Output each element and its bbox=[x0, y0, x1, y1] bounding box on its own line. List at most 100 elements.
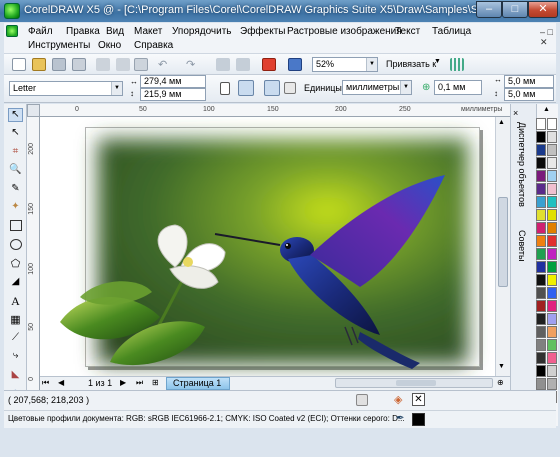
coreldraw-app-icon[interactable] bbox=[4, 3, 20, 19]
vertical-scrollbar[interactable]: ▲ ▼ bbox=[495, 117, 510, 376]
page-width-input[interactable]: 279,4 мм bbox=[140, 75, 206, 88]
color-swatch[interactable] bbox=[547, 131, 557, 143]
cut-icon[interactable] bbox=[96, 58, 110, 71]
color-swatch[interactable] bbox=[547, 339, 557, 351]
paste-icon[interactable] bbox=[134, 58, 148, 71]
dimension-tool-icon[interactable]: ⟋ bbox=[8, 332, 23, 346]
print-icon[interactable] bbox=[72, 58, 86, 71]
page-height-input[interactable]: 215,9 мм bbox=[140, 88, 206, 101]
horizontal-scroll-thumb[interactable] bbox=[396, 380, 436, 386]
color-swatch[interactable] bbox=[547, 144, 557, 156]
color-swatch[interactable] bbox=[536, 326, 546, 338]
menu-view[interactable]: Вид bbox=[106, 26, 124, 37]
blend-tool-icon[interactable]: ◣ bbox=[8, 369, 23, 383]
landscape-icon[interactable] bbox=[238, 80, 254, 96]
snap-to-chevron-down-icon[interactable]: ▼ bbox=[434, 58, 441, 65]
add-page-icon[interactable]: ⊞ bbox=[152, 378, 159, 387]
color-swatch[interactable] bbox=[536, 144, 546, 156]
portrait-icon[interactable] bbox=[220, 82, 230, 95]
vertical-scroll-thumb[interactable] bbox=[498, 197, 508, 287]
color-swatch[interactable] bbox=[536, 339, 546, 351]
outline-color-swatch[interactable] bbox=[412, 413, 425, 426]
color-swatch[interactable] bbox=[536, 235, 546, 247]
horizontal-scrollbar[interactable] bbox=[335, 378, 493, 388]
color-swatch[interactable] bbox=[536, 352, 546, 364]
menu-file[interactable]: Файл bbox=[28, 26, 53, 37]
color-swatch[interactable] bbox=[547, 170, 557, 182]
basic-shapes-tool-icon[interactable]: ◢ bbox=[8, 276, 23, 290]
color-swatch[interactable] bbox=[547, 157, 557, 169]
snap-to-label[interactable]: Привязать к bbox=[386, 59, 436, 69]
pick-tool-icon[interactable]: ↖ bbox=[8, 108, 23, 122]
menu-bitmaps[interactable]: Растровые изображения bbox=[287, 26, 402, 37]
export-icon[interactable] bbox=[236, 58, 250, 71]
menu-arrange[interactable]: Упорядочить bbox=[172, 26, 232, 37]
mdi-window-controls[interactable]: – □ ✕ bbox=[540, 27, 556, 48]
duplicate-distance-y-input[interactable]: 5,0 мм bbox=[504, 88, 554, 101]
undo-icon[interactable]: ↶ bbox=[158, 58, 172, 71]
connector-tool-icon[interactable]: ⤷ bbox=[8, 350, 23, 364]
import-icon[interactable] bbox=[216, 58, 230, 71]
menu-window[interactable]: Окно bbox=[98, 40, 121, 51]
color-swatch[interactable] bbox=[547, 378, 557, 390]
document-icon[interactable] bbox=[6, 25, 18, 37]
color-swatch[interactable] bbox=[536, 274, 546, 286]
color-swatch[interactable] bbox=[547, 365, 557, 377]
color-swatch[interactable] bbox=[536, 222, 546, 234]
nudge-distance-input[interactable]: 0,1 мм bbox=[434, 80, 482, 95]
color-swatch[interactable] bbox=[536, 287, 546, 299]
color-swatch[interactable] bbox=[547, 326, 557, 338]
color-swatch[interactable] bbox=[536, 131, 546, 143]
color-swatch[interactable] bbox=[547, 274, 557, 286]
color-swatch[interactable] bbox=[536, 248, 546, 260]
menu-tools[interactable]: Инструменты bbox=[28, 40, 90, 51]
first-page-icon[interactable]: ⏮ bbox=[42, 378, 49, 388]
tab-hints[interactable]: Советы bbox=[517, 230, 527, 261]
minimize-button[interactable]: – bbox=[476, 1, 502, 18]
paper-type-dropdown[interactable]: Letter ▼ bbox=[9, 81, 123, 96]
drawing-canvas[interactable] bbox=[40, 117, 495, 376]
color-swatch[interactable] bbox=[547, 300, 557, 312]
zoom-tool-icon[interactable]: 🔍 bbox=[8, 164, 23, 178]
color-swatch[interactable] bbox=[536, 196, 546, 208]
smart-fill-tool-icon[interactable]: ✦ bbox=[8, 201, 23, 215]
crop-tool-icon[interactable]: ⌗ bbox=[8, 146, 23, 160]
color-swatch[interactable] bbox=[536, 209, 546, 221]
color-swatch[interactable] bbox=[547, 209, 557, 221]
artwork[interactable] bbox=[40, 117, 495, 376]
menu-effects[interactable]: Эффекты bbox=[240, 26, 285, 37]
copy-icon[interactable] bbox=[116, 58, 130, 71]
color-swatch[interactable] bbox=[536, 365, 546, 377]
options-icon[interactable] bbox=[450, 58, 464, 71]
page-tab[interactable]: Страница 1 bbox=[166, 377, 230, 390]
scroll-down-icon[interactable]: ▼ bbox=[498, 363, 505, 370]
docker-close-icon[interactable]: × bbox=[513, 108, 518, 118]
color-swatch[interactable] bbox=[536, 313, 546, 325]
color-swatch[interactable] bbox=[547, 261, 557, 273]
menu-edit[interactable]: Правка bbox=[66, 26, 100, 37]
color-swatch[interactable] bbox=[547, 352, 557, 364]
polygon-tool-icon[interactable]: ⬠ bbox=[8, 257, 23, 271]
close-button[interactable]: ✕ bbox=[528, 1, 558, 18]
vertical-ruler[interactable]: 200 150 100 50 0 bbox=[27, 117, 40, 421]
color-swatch[interactable] bbox=[547, 222, 557, 234]
no-fill-swatch[interactable]: ✕ bbox=[412, 393, 425, 406]
duplicate-distance-x-input[interactable]: 5,0 мм bbox=[504, 75, 554, 88]
tab-object-manager[interactable]: Диспетчер объектов bbox=[517, 122, 527, 207]
color-swatch[interactable] bbox=[547, 196, 557, 208]
color-swatch[interactable] bbox=[536, 118, 546, 130]
next-page-icon[interactable]: ▶ bbox=[120, 378, 126, 387]
shape-tool-icon[interactable]: ↖ bbox=[8, 127, 23, 141]
color-profiles-text[interactable]: Цветовые профили документа: RGB: sRGB IE… bbox=[8, 414, 405, 423]
color-swatch[interactable] bbox=[547, 235, 557, 247]
app-launcher-icon[interactable] bbox=[262, 58, 276, 71]
color-swatch[interactable] bbox=[547, 313, 557, 325]
rectangle-tool-icon[interactable] bbox=[10, 220, 22, 231]
menu-help[interactable]: Справка bbox=[134, 40, 173, 51]
color-swatch[interactable] bbox=[536, 170, 546, 182]
color-swatch[interactable] bbox=[547, 183, 557, 195]
ruler-origin[interactable] bbox=[27, 104, 40, 117]
current-page-icon[interactable] bbox=[284, 82, 296, 94]
color-swatch[interactable] bbox=[547, 248, 557, 260]
title-bar[interactable]: CorelDRAW X5 @ - [C:\Program Files\Corel… bbox=[0, 0, 560, 22]
